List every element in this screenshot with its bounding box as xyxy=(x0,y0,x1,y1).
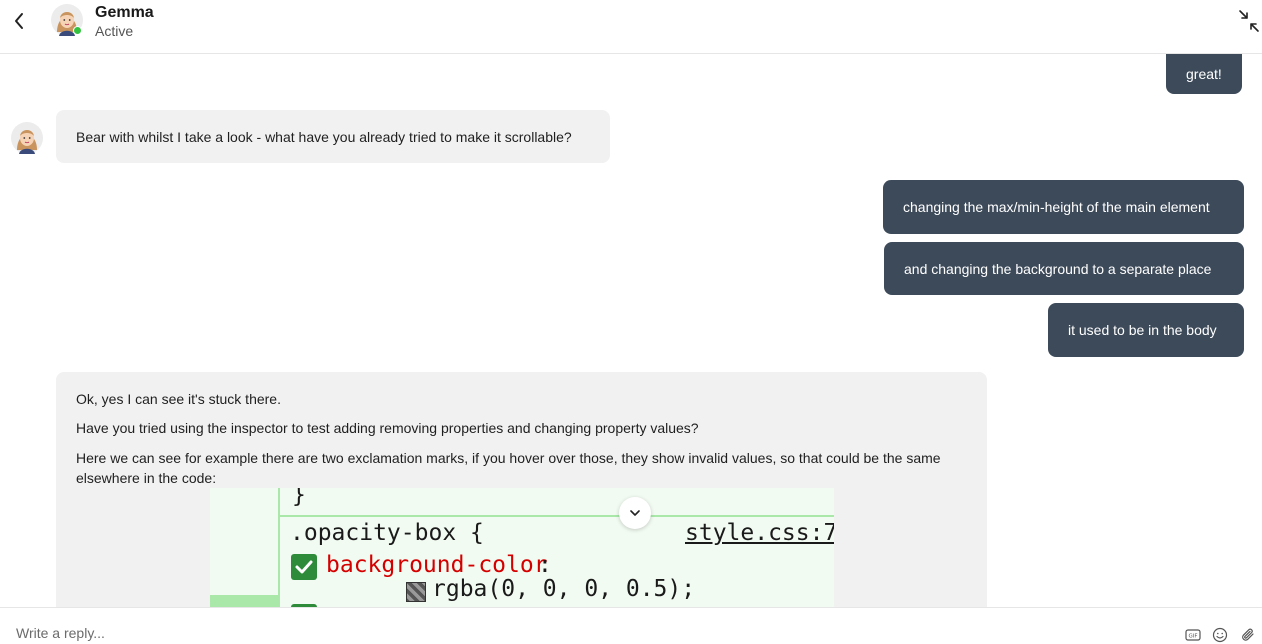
code-value: rgba(0, 0, 0, 0.5); xyxy=(432,576,696,602)
divider xyxy=(280,515,834,517)
reply-input[interactable] xyxy=(16,622,1156,644)
gutter-highlight xyxy=(210,595,280,607)
message-paragraph: Ok, yes I can see it's stuck there. xyxy=(76,391,281,407)
code-property: background-color xyxy=(326,552,548,578)
user-message: and changing the background to a separat… xyxy=(884,242,1244,295)
scroll-down-button[interactable] xyxy=(619,497,651,529)
code-file-link: style.css:71 xyxy=(685,520,834,546)
user-message: it used to be in the body xyxy=(1048,303,1244,357)
code-selector: .opacity-box { xyxy=(290,520,484,546)
message-paragraph: Have you tried using the inspector to te… xyxy=(76,420,699,436)
paperclip-icon xyxy=(1242,628,1254,641)
chevron-down-icon xyxy=(630,510,640,516)
check-icon xyxy=(295,560,313,574)
reply-composer: GIF xyxy=(0,607,1262,644)
svg-text:GIF: GIF xyxy=(1188,634,1197,640)
code-colon: : xyxy=(538,552,552,578)
gif-icon: GIF xyxy=(1185,629,1201,641)
emoji-button[interactable] xyxy=(1212,627,1228,643)
online-status-indicator xyxy=(73,26,82,35)
gif-button[interactable]: GIF xyxy=(1185,627,1201,643)
chevron-left-icon xyxy=(15,13,23,29)
message-text: Bear with whilst I take a look - what ha… xyxy=(76,129,572,145)
checkbox-checked xyxy=(291,554,317,580)
conversation-header: Gemma Active xyxy=(0,0,1262,54)
user-message: great! xyxy=(1166,54,1242,94)
agent-status: Active xyxy=(95,23,134,39)
message-text: great! xyxy=(1186,66,1222,82)
gutter xyxy=(210,488,280,607)
agent-avatar xyxy=(11,122,43,154)
color-swatch xyxy=(406,582,426,602)
message-text: it used to be in the body xyxy=(1068,322,1217,338)
message-text: and changing the background to a separat… xyxy=(904,260,1212,277)
emoji-icon xyxy=(1212,627,1228,643)
back-button[interactable] xyxy=(8,9,30,33)
user-message: changing the max/min-height of the main … xyxy=(883,180,1244,234)
message-text: changing the max/min-height of the main … xyxy=(903,199,1210,215)
attach-button[interactable] xyxy=(1240,627,1256,643)
message-paragraph: Here we can see for example there are tw… xyxy=(76,450,941,486)
agent-message: Ok, yes I can see it's stuck there. Have… xyxy=(56,372,987,607)
inspector-screenshot-image[interactable]: } .opacity-box { style.css:71 background… xyxy=(210,488,834,607)
code-brace: } xyxy=(292,488,306,508)
messenger-window: Gemma Active great! Bear with whilst I t… xyxy=(0,0,1262,644)
collapse-button[interactable] xyxy=(1237,8,1261,34)
agent-message: Bear with whilst I take a look - what ha… xyxy=(56,110,610,163)
collapse-arrows-icon xyxy=(1239,10,1259,32)
agent-name: Gemma xyxy=(95,4,154,21)
